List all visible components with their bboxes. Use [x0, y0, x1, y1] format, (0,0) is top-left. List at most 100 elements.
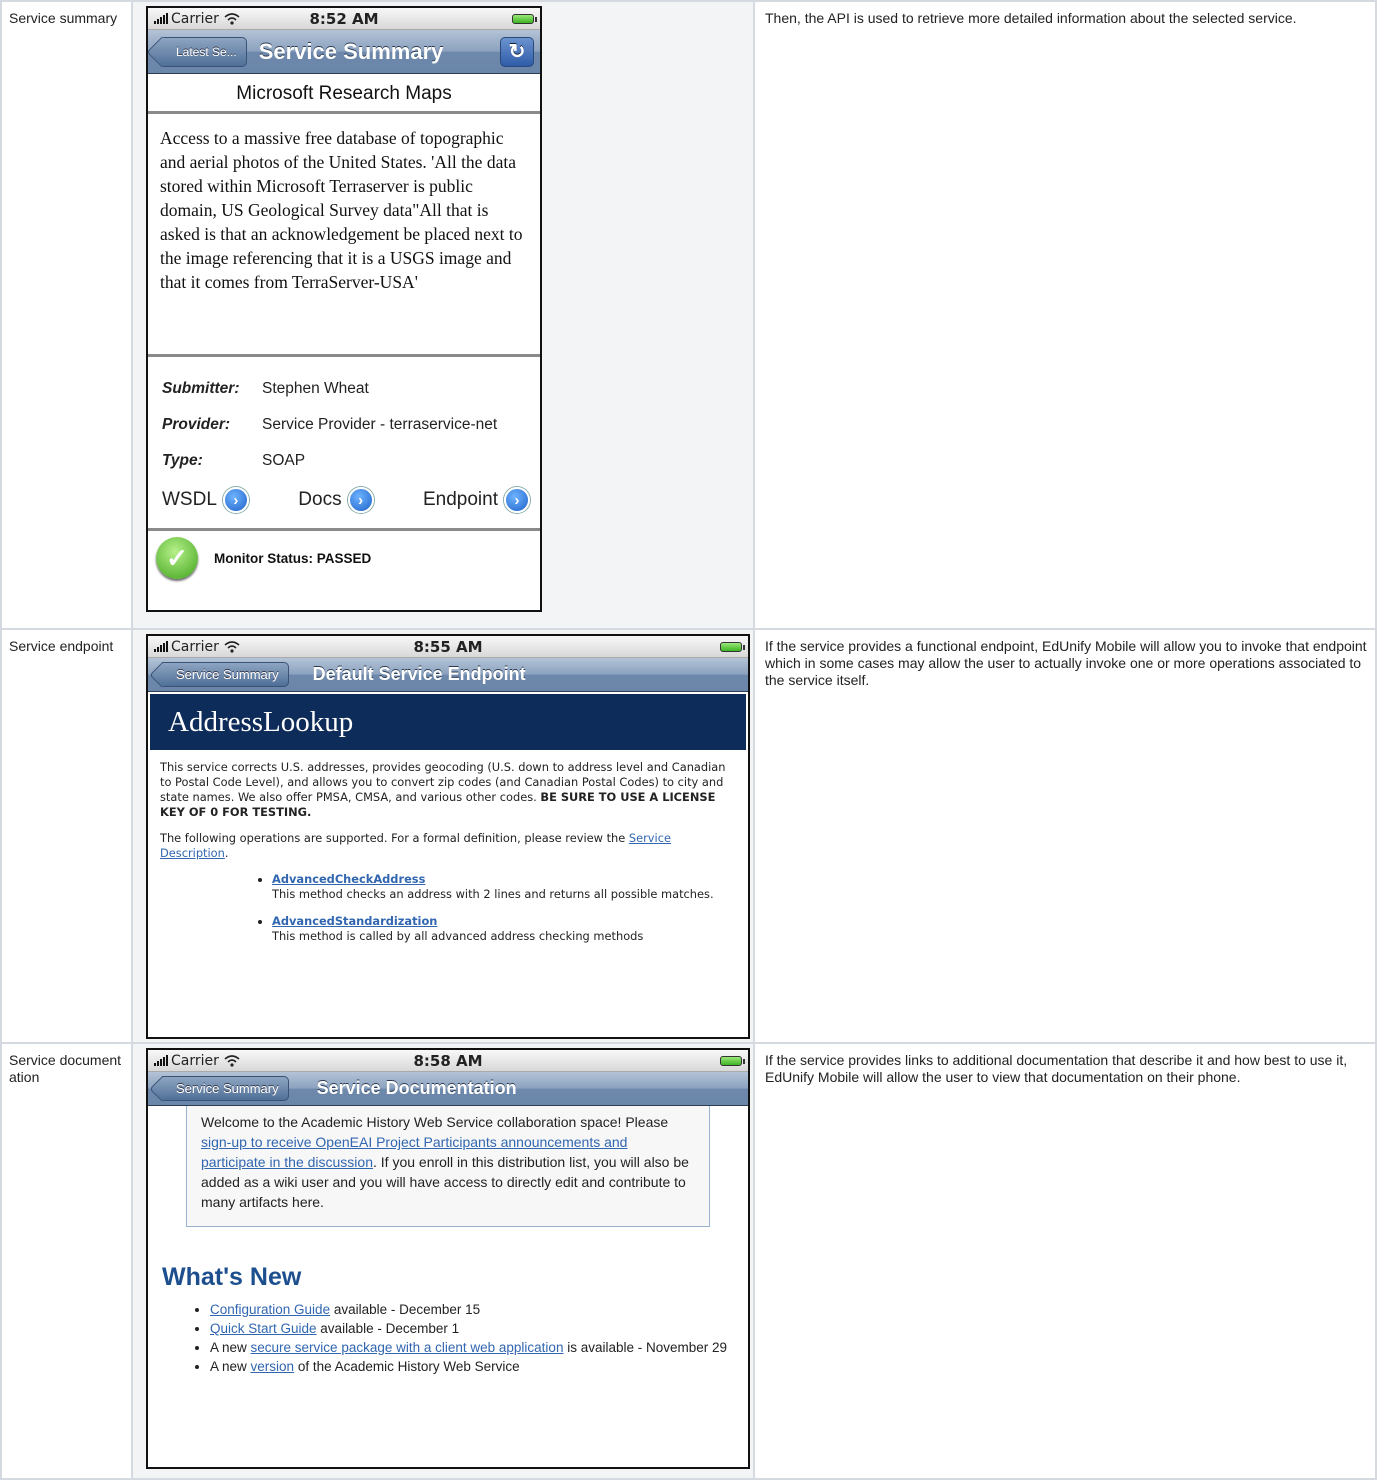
- nav-bar: Service Summary Default Service Endpoint: [148, 658, 748, 692]
- phone-screenshot-service-documentation: Carrier 8:58 AM Service Summary Service …: [146, 1048, 750, 1469]
- row-description: If the service provides a functional end…: [753, 628, 1377, 1044]
- submitter-value: Stephen Wheat: [262, 380, 369, 397]
- carrier-label: Carrier: [171, 1052, 219, 1069]
- back-button[interactable]: Service Summary: [162, 662, 289, 687]
- list-item: Configuration Guide available - December…: [210, 1300, 748, 1319]
- row-description: If the service provides links to additio…: [753, 1042, 1377, 1480]
- row-label: Service summary: [0, 0, 133, 630]
- back-button-label: Latest Se...: [176, 44, 237, 59]
- nav-title: Default Service Endpoint: [312, 664, 526, 684]
- back-button-label: Service Summary: [176, 1081, 279, 1096]
- screenshot-cell: Carrier 8:55 AM Service Summary Default …: [131, 628, 755, 1044]
- docs-link-label: Docs: [298, 489, 342, 510]
- whats-new-heading: What's New: [162, 1263, 302, 1291]
- back-button-label: Service Summary: [176, 667, 279, 682]
- nav-bar: Latest Se... Service Summary ↻: [148, 30, 540, 74]
- provider-value: Service Provider - terraservice-net: [262, 416, 498, 433]
- table-row: Service endpoint Carrier 8:55 AM Service…: [0, 628, 1377, 1044]
- signal-bars-icon: [154, 1055, 168, 1066]
- wifi-icon: [224, 640, 240, 653]
- screenshot-cell: Carrier 8:52 AM Latest Se... Service Sum…: [131, 0, 755, 630]
- signal-bars-icon: [154, 13, 168, 24]
- back-button[interactable]: Latest Se...: [162, 36, 247, 67]
- endpoint-link-label: Endpoint: [422, 489, 498, 510]
- operation-description: This method checks an address with 2 lin…: [272, 887, 714, 901]
- type-label: Type:: [162, 452, 203, 469]
- news-link[interactable]: Quick Start Guide: [210, 1321, 317, 1336]
- operations-list: AdvancedCheckAddress This method checks …: [160, 872, 738, 944]
- news-text: available - December 1: [316, 1321, 460, 1336]
- status-bar: Carrier 8:58 AM: [148, 1050, 748, 1072]
- operation-description: This method is called by all advanced ad…: [272, 929, 644, 943]
- docs-link[interactable]: Docs ›: [298, 487, 374, 513]
- row-description: Then, the API is used to retrieve more d…: [753, 0, 1377, 630]
- nav-title: Service Summary: [258, 38, 444, 64]
- endpoint-page-body: This service corrects U.S. addresses, pr…: [148, 750, 748, 944]
- operations-intro-text: The following operations are supported. …: [160, 831, 626, 845]
- welcome-text: Welcome to the Academic History Web Serv…: [201, 1114, 669, 1130]
- submitter-label: Submitter:: [162, 380, 240, 397]
- news-text: of the Academic History Web Service: [294, 1359, 520, 1374]
- battery-icon: [720, 641, 745, 652]
- news-link[interactable]: secure service package with a client web…: [251, 1340, 564, 1355]
- news-text: is available - November 29: [563, 1340, 728, 1355]
- status-bar: Carrier 8:55 AM: [148, 636, 748, 658]
- documentation-page-body: Welcome to the Academic History Web Serv…: [148, 1106, 748, 1376]
- phone-screenshot-service-endpoint: Carrier 8:55 AM Service Summary Default …: [146, 634, 750, 1039]
- service-metadata: Submitter: Stephen Wheat Provider: Servi…: [148, 357, 540, 531]
- refresh-icon: ↻: [508, 41, 526, 63]
- carrier-label: Carrier: [171, 638, 219, 655]
- list-item: A new version of the Academic History We…: [210, 1357, 748, 1376]
- row-label: Service documentation: [0, 1042, 133, 1480]
- screenshot-cell: Carrier 8:58 AM Service Summary Service …: [131, 1042, 755, 1480]
- service-links: WSDL › Docs › Endpoint ›: [162, 487, 530, 513]
- list-item: Quick Start Guide available - December 1: [210, 1319, 748, 1338]
- table-row: Service documentation Carrier 8:58 AM Se…: [0, 1042, 1377, 1480]
- nav-bar: Service Summary Service Documentation: [148, 1072, 748, 1106]
- disclosure-arrow-icon[interactable]: ›: [222, 487, 249, 513]
- operation-link[interactable]: AdvancedStandardization: [272, 914, 437, 928]
- operations-intro-end: .: [224, 846, 229, 860]
- news-prefix: A new: [210, 1359, 251, 1374]
- list-item: A new secure service package with a clie…: [210, 1338, 748, 1357]
- wsdl-link-label: WSDL: [162, 489, 217, 510]
- service-intro: This service corrects U.S. addresses, pr…: [160, 760, 738, 820]
- wifi-icon: [224, 1054, 240, 1067]
- list-item: AdvancedCheckAddress This method checks …: [272, 872, 738, 902]
- welcome-box: Welcome to the Academic History Web Serv…: [186, 1106, 710, 1227]
- back-button[interactable]: Service Summary: [162, 1076, 289, 1101]
- check-icon: ✓: [156, 537, 198, 579]
- nav-title: Service Documentation: [316, 1078, 517, 1098]
- news-link[interactable]: Configuration Guide: [210, 1302, 330, 1317]
- operations-intro: The following operations are supported. …: [160, 831, 738, 861]
- row-label: Service endpoint: [0, 628, 133, 1044]
- disclosure-arrow-icon[interactable]: ›: [347, 487, 374, 513]
- service-description: Access to a massive free database of top…: [148, 114, 540, 357]
- documentation-table: Service summary Carrier 8:52 AM Latest S…: [0, 0, 1377, 1480]
- news-link[interactable]: version: [251, 1359, 295, 1374]
- list-item: AdvancedStandardization This method is c…: [272, 914, 738, 944]
- type-value: SOAP: [262, 452, 306, 469]
- wsdl-link[interactable]: WSDL ›: [162, 487, 249, 513]
- provider-row: Provider: Service Provider - terraservic…: [162, 407, 530, 443]
- signal-bars-icon: [154, 641, 168, 652]
- type-row: Type: SOAP: [162, 443, 530, 479]
- phone-screenshot-service-summary: Carrier 8:52 AM Latest Se... Service Sum…: [146, 6, 542, 612]
- operation-link[interactable]: AdvancedCheckAddress: [272, 872, 425, 886]
- wifi-icon: [224, 12, 240, 25]
- news-prefix: A new: [210, 1340, 251, 1355]
- table-row: Service summary Carrier 8:52 AM Latest S…: [0, 0, 1377, 630]
- monitor-status-text: Monitor Status: PASSED: [214, 550, 372, 566]
- endpoint-link[interactable]: Endpoint ›: [423, 487, 530, 513]
- battery-icon: [512, 13, 537, 24]
- refresh-button[interactable]: ↻: [500, 36, 534, 67]
- service-name: Microsoft Research Maps: [148, 74, 540, 114]
- provider-label: Provider:: [162, 416, 231, 433]
- status-bar: Carrier 8:52 AM: [148, 8, 540, 30]
- news-list: Configuration Guide available - December…: [148, 1300, 748, 1376]
- submitter-row: Submitter: Stephen Wheat: [162, 371, 530, 407]
- disclosure-arrow-icon[interactable]: ›: [504, 487, 530, 513]
- carrier-label: Carrier: [171, 10, 219, 27]
- monitor-status: ✓ Monitor Status: PASSED: [148, 531, 540, 585]
- page-heading: AddressLookup: [150, 694, 746, 750]
